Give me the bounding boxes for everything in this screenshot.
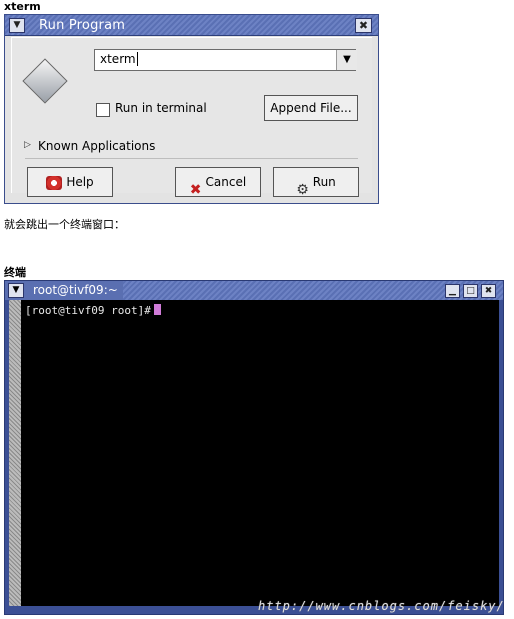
run-program-dialog: ▼ Run Program ✖ xterm ▼ Run in terminal … xyxy=(4,14,379,204)
window-menu-icon[interactable]: ▼ xyxy=(8,283,24,298)
help-button-label: Help xyxy=(66,175,94,189)
section-heading-xterm: xterm xyxy=(4,0,41,13)
run-button[interactable]: ⚙ Run xyxy=(273,167,359,198)
scrollbar[interactable] xyxy=(9,300,21,606)
dialog-title: Run Program xyxy=(39,18,126,33)
maximize-icon[interactable]: □ xyxy=(463,284,478,298)
chevron-down-icon[interactable]: ▼ xyxy=(336,50,357,70)
cancel-button-label: Cancel xyxy=(205,175,247,189)
prompt-text: [root@tivf09 root]# xyxy=(25,304,151,317)
watermark-text: http://www.cnblogs.com/feisky/ xyxy=(258,599,505,613)
cancel-button[interactable]: ✖ Cancel xyxy=(175,167,261,198)
shell-prompt: [root@tivf09 root]# xyxy=(25,304,161,317)
terminal-window: ▼ root@tivf09:~ ▁ □ ✖ [root@tivf09 root]… xyxy=(4,280,504,615)
gears-icon: ⚙ xyxy=(296,181,309,198)
expander-triangle-icon[interactable]: ▷ xyxy=(24,140,31,150)
cross-icon: ✖ xyxy=(189,181,202,198)
terminal-screen[interactable]: [root@tivf09 root]# xyxy=(9,300,499,606)
known-applications-expander[interactable]: Known Applications xyxy=(38,139,155,153)
run-in-terminal-label: Run in terminal xyxy=(115,101,207,115)
run-in-terminal-checkbox[interactable] xyxy=(96,103,110,117)
help-button[interactable]: Help xyxy=(27,167,113,197)
append-file-button[interactable]: Append File... xyxy=(264,95,358,121)
section-heading-terminal: 终端 xyxy=(4,266,26,279)
divider xyxy=(25,158,358,159)
description-text: 就会跳出一个终端窗口： xyxy=(4,218,125,231)
command-input-value: xterm xyxy=(100,52,136,66)
command-input[interactable]: xterm xyxy=(94,49,356,71)
run-button-label: Run xyxy=(312,175,336,189)
close-icon[interactable]: ✖ xyxy=(481,284,496,298)
terminal-title: root@tivf09:~ xyxy=(33,283,118,297)
text-cursor xyxy=(153,304,161,315)
dialog-titlebar[interactable]: ▼ Run Program ✖ xyxy=(5,15,378,36)
terminal-titlebar[interactable]: ▼ root@tivf09:~ ▁ □ ✖ xyxy=(5,281,503,300)
close-icon[interactable]: ✖ xyxy=(355,18,372,33)
lifebuoy-icon xyxy=(46,175,63,190)
minimize-icon[interactable]: ▁ xyxy=(445,284,460,298)
window-menu-icon[interactable]: ▼ xyxy=(9,18,25,33)
